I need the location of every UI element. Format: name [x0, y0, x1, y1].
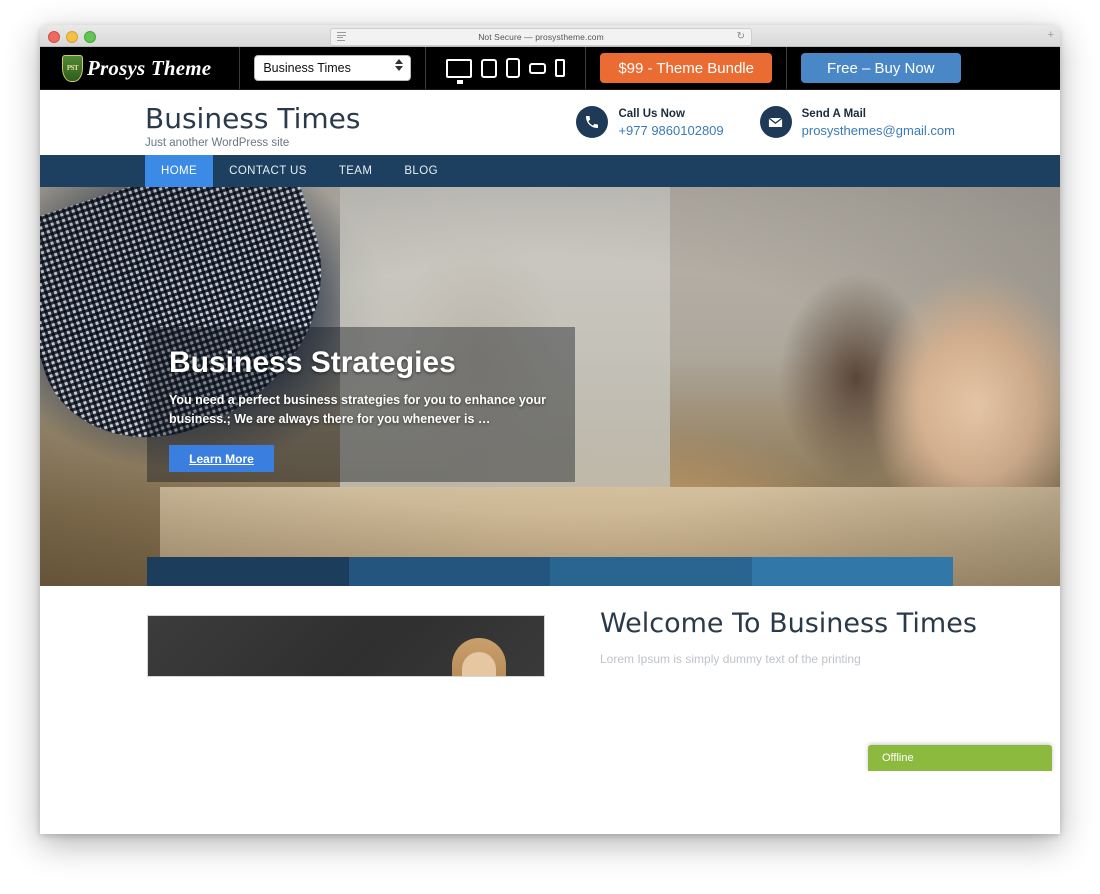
- hero-paragraph: You need a perfect business strategies f…: [169, 393, 546, 426]
- welcome-paragraph: Lorem Ipsum is simply dummy text of the …: [600, 652, 861, 666]
- minimize-window-button[interactable]: [66, 31, 78, 43]
- site-viewport: Business Times Just another WordPress si…: [40, 90, 1060, 771]
- buy-segment: Free – Buy Now: [787, 47, 975, 89]
- phone-icon: [576, 106, 609, 138]
- car-icon: [434, 583, 464, 586]
- site-branding[interactable]: Business Times Just another WordPress si…: [145, 102, 361, 150]
- phone-preview-icon[interactable]: [555, 59, 566, 77]
- header-contacts: Call Us Now +977 9860102809 Send A Mail …: [576, 104, 955, 140]
- nav-item-team[interactable]: TEAM: [323, 155, 389, 187]
- stepper-icon[interactable]: [395, 59, 404, 71]
- url-text: Not Secure — prosystheme.com: [478, 32, 604, 42]
- address-bar[interactable]: Not Secure — prosystheme.com ↻: [330, 28, 752, 46]
- theme-bundle-button[interactable]: $99 - Theme Bundle: [600, 53, 772, 83]
- contact-mail-value[interactable]: prosysthemes@gmail.com: [802, 123, 955, 138]
- theme-select-value: Business Times: [263, 61, 351, 75]
- device-preview-group: [426, 47, 587, 89]
- prosys-logo[interactable]: PST Prosys Theme: [40, 47, 241, 89]
- close-window-button[interactable]: [48, 31, 60, 43]
- hero-slider: Business Strategies You need a perfect b…: [40, 187, 1060, 586]
- contact-phone[interactable]: Call Us Now +977 9860102809: [576, 104, 724, 140]
- site-tagline: Just another WordPress site: [145, 137, 290, 149]
- phone-landscape-preview-icon[interactable]: [529, 62, 547, 74]
- feature-box-business-analysis[interactable]: Business Analysis Business is the tradin…: [751, 557, 953, 586]
- shield-icon: PST: [62, 54, 83, 82]
- feature-boxes: Women Empowerment There is a popular say…: [147, 557, 953, 586]
- wrench-icon: [638, 583, 664, 586]
- welcome-section: Welcome To Business Times Lorem Ipsum is…: [40, 586, 1060, 696]
- feature-box-business-planning[interactable]: Business Planning A perfect planning sho…: [348, 557, 550, 586]
- prosys-toolbar: PST Prosys Theme Business Times $99 - Th…: [40, 47, 1060, 90]
- site-title: Business Times: [145, 102, 361, 135]
- hero-heading: Business Strategies: [169, 346, 456, 379]
- hero-learn-more-button[interactable]: Learn More: [169, 445, 274, 472]
- contact-phone-text: Call Us Now +977 9860102809: [618, 104, 723, 140]
- contact-phone-value[interactable]: +977 9860102809: [618, 123, 723, 138]
- shield-icon-letters: PST: [66, 64, 79, 72]
- tablet-preview-icon[interactable]: [506, 58, 521, 78]
- zoom-window-button[interactable]: [84, 31, 96, 43]
- nav-item-blog[interactable]: BLOG: [388, 155, 454, 187]
- hero-caption: Business Strategies You need a perfect b…: [147, 327, 575, 482]
- welcome-text: Welcome To Business Times Lorem Ipsum is…: [600, 608, 1020, 668]
- reader-view-icon[interactable]: [337, 32, 346, 41]
- home-icon: [235, 583, 261, 586]
- welcome-image: [147, 615, 545, 677]
- buy-now-button[interactable]: Free – Buy Now: [800, 53, 961, 83]
- feature-box-women-empowerment[interactable]: Women Empowerment There is a popular say…: [147, 557, 349, 586]
- nav-item-contact-us[interactable]: CONTACT US: [213, 155, 323, 187]
- feature-box-business-strategies[interactable]: Business Strategies You need a perfect b…: [550, 557, 752, 586]
- desktop-preview-icon[interactable]: [446, 58, 473, 84]
- bundle-segment: $99 - Theme Bundle: [586, 47, 787, 89]
- browser-titlebar: Not Secure — prosystheme.com ↻ +: [40, 25, 1060, 47]
- primary-navigation: HOME CONTACT US TEAM BLOG: [40, 155, 1060, 187]
- mail-icon: [759, 106, 792, 138]
- reload-icon[interactable]: ↻: [737, 31, 745, 43]
- screenshot-stage: Not Secure — prosystheme.com ↻ + PST Pro…: [0, 0, 1100, 894]
- welcome-title: Welcome To Business Times: [600, 608, 977, 639]
- contact-mail[interactable]: Send A Mail prosysthemes@gmail.com: [759, 104, 955, 140]
- contact-mail-text: Send A Mail prosysthemes@gmail.com: [802, 104, 955, 140]
- browser-window: Not Secure — prosystheme.com ↻ + PST Pro…: [40, 25, 1060, 834]
- tablet-portrait-preview-icon[interactable]: [481, 58, 498, 78]
- contact-phone-label: Call Us Now: [618, 108, 685, 120]
- contact-mail-label: Send A Mail: [801, 108, 866, 120]
- chat-status-label: Offline: [882, 752, 914, 764]
- window-controls[interactable]: [48, 31, 96, 43]
- site-header: Business Times Just another WordPress si…: [40, 90, 1060, 155]
- theme-select-segment: Business Times: [240, 47, 427, 89]
- prosys-logo-text: Prosys Theme: [87, 55, 212, 80]
- bell-icon: [840, 583, 864, 586]
- theme-select[interactable]: Business Times: [254, 55, 412, 81]
- chat-status-badge[interactable]: Offline: [868, 745, 1052, 771]
- new-tab-button[interactable]: +: [1048, 29, 1054, 41]
- nav-item-home[interactable]: HOME: [145, 155, 214, 187]
